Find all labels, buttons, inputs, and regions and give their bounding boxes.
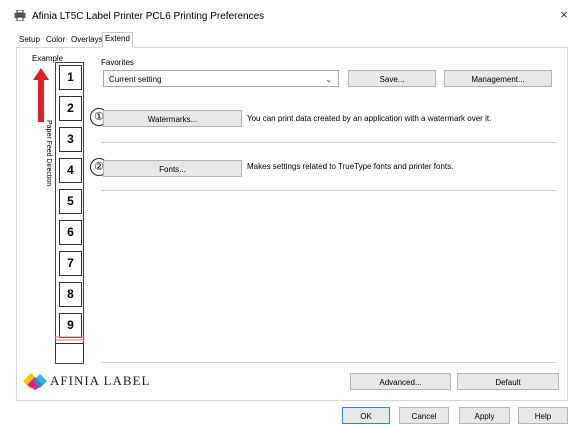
paper-feed-direction-label: Paper Feed Direction (45, 120, 52, 187)
tab-setup[interactable]: Setup (17, 34, 42, 46)
default-button[interactable]: Default (457, 373, 559, 390)
extend-panel (16, 47, 568, 401)
favorites-select-value: Current setting (109, 75, 162, 84)
help-button[interactable]: Help (518, 407, 568, 424)
example-label-strip: 1 2 3 4 5 6 7 8 9 (55, 62, 84, 364)
example-cell: 4 (59, 158, 82, 183)
fonts-description: Makes settings related to TrueType fonts… (247, 162, 454, 171)
tab-overlays[interactable]: Overlays (69, 34, 105, 46)
bottom-divider (101, 362, 556, 363)
watermarks-description: You can print data created by an applica… (247, 114, 492, 123)
management-button[interactable]: Management... (444, 70, 552, 87)
feed-direction-arrow-icon (33, 68, 49, 122)
chevron-down-icon: ⌄ (325, 75, 332, 84)
printer-icon (14, 10, 26, 21)
save-favorite-button[interactable]: Save... (348, 70, 436, 87)
apply-button[interactable]: Apply (459, 407, 510, 424)
favorites-select[interactable]: Current setting ⌄ (103, 70, 339, 87)
example-cell: 3 (59, 127, 82, 152)
fonts-button[interactable]: Fonts... (103, 160, 242, 177)
window-title: Afinia LT5C Label Printer PCL6 Printing … (32, 11, 265, 22)
section-divider (101, 142, 556, 143)
example-cell: 2 (59, 96, 82, 121)
afinia-logo-text: AFINIA LABEL (50, 373, 151, 388)
tab-color[interactable]: Color (44, 34, 67, 46)
next-label-preview (55, 343, 84, 359)
example-cell: 7 (59, 251, 82, 276)
example-cell: 5 (59, 189, 82, 214)
label-separator-lines (55, 336, 84, 341)
cancel-button[interactable]: Cancel (399, 407, 449, 424)
example-cell: 1 (59, 65, 82, 90)
favorites-label: Favorites (101, 58, 134, 67)
example-cell: 8 (59, 282, 82, 307)
advanced-button[interactable]: Advanced... (350, 373, 451, 390)
title-bar: Afinia LT5C Label Printer PCL6 Printing … (0, 0, 577, 30)
close-button[interactable]: × (551, 3, 577, 27)
afinia-logo-icon (23, 373, 47, 390)
watermarks-button[interactable]: Watermarks... (103, 110, 242, 127)
section-divider (101, 190, 556, 191)
example-cell: 6 (59, 220, 82, 245)
tab-extend[interactable]: Extend (102, 32, 133, 48)
ok-button[interactable]: OK (342, 407, 390, 424)
example-cell: 9 (59, 313, 82, 338)
